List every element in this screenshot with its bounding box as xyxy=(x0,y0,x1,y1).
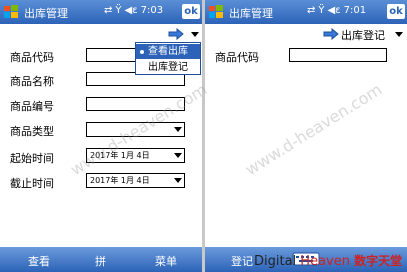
label-product-name: 商品名称 xyxy=(10,75,54,88)
title-bar: 出库管理 ⇄ Ÿ ◀ε 7:03 ok xyxy=(0,0,202,24)
clock-time[interactable]: 7:03 xyxy=(141,5,163,16)
label-start-time: 起始时间 xyxy=(10,152,54,165)
menu-register-outbound[interactable]: 出库登记 xyxy=(341,27,385,43)
dropdown-arrow-icon xyxy=(174,178,182,183)
end-date-value: 2017年 1月 4日 xyxy=(90,176,150,185)
input-method-key[interactable]: 拼 xyxy=(95,253,106,269)
menu-item-label: 出库登记 xyxy=(148,62,188,73)
connectivity-icon[interactable]: ⇄ xyxy=(307,5,315,16)
windows-start-icon[interactable] xyxy=(3,4,19,20)
volume-icon[interactable]: ◀ε xyxy=(328,5,341,16)
label-product-type: 商品类型 xyxy=(10,125,54,138)
arrow-right-icon[interactable] xyxy=(323,28,339,40)
label-product-number: 商品编号 xyxy=(10,100,54,113)
status-area: ⇄ Ÿ ◀ε 7:03 xyxy=(104,5,163,16)
ok-button[interactable]: ok xyxy=(182,4,200,19)
arrow-right-icon[interactable] xyxy=(168,28,184,40)
label-end-time: 截止时间 xyxy=(10,177,54,190)
connectivity-icon[interactable]: ⇄ xyxy=(104,5,112,16)
title-bar: 出库管理 ⇄ Ÿ ◀ε 7:01 ok xyxy=(205,0,407,24)
dropdown-arrow-icon xyxy=(174,153,182,158)
watermark-brand: Digital Heaven 数字天堂 xyxy=(254,252,402,269)
window-title: 出库管理 xyxy=(229,7,273,20)
brand-part-b: Heaven xyxy=(300,254,350,269)
product-code-input[interactable] xyxy=(86,48,136,62)
volume-icon[interactable]: ◀ε xyxy=(125,5,138,16)
signal-off-icon[interactable]: Ÿ xyxy=(318,5,324,16)
menu-item-register-outbound[interactable]: 出库登记 xyxy=(136,60,200,75)
ok-button[interactable]: ok xyxy=(387,4,405,19)
popup-menu: 查看出库 出库登记 xyxy=(135,42,201,75)
toolbar xyxy=(0,24,202,44)
label-product-code: 商品代码 xyxy=(215,51,259,64)
menu-item-view-outbound[interactable]: 查看出库 xyxy=(136,44,200,59)
menu-item-label: 查看出库 xyxy=(148,46,188,57)
menu-bar: 查看 拼 菜单 xyxy=(0,247,202,272)
brand-part-a: Digital xyxy=(254,254,301,269)
clock-time[interactable]: 7:01 xyxy=(344,5,366,16)
brand-chinese: 数字天堂 xyxy=(354,254,403,268)
signal-off-icon[interactable]: Ÿ xyxy=(115,5,121,16)
window-title: 出库管理 xyxy=(24,7,68,20)
left-screen: 出库管理 ⇄ Ÿ ◀ε 7:03 ok 商品代码 商品名称 商品编号 商品类型 … xyxy=(0,0,202,272)
softkey-left[interactable]: 登记 xyxy=(231,253,253,269)
softkey-left[interactable]: 查看 xyxy=(28,253,50,269)
product-code-input[interactable] xyxy=(289,48,387,62)
chevron-down-icon[interactable] xyxy=(191,32,199,37)
label-product-code: 商品代码 xyxy=(10,51,54,64)
softkey-right[interactable]: 菜单 xyxy=(155,253,177,269)
selected-bullet-icon xyxy=(140,50,144,54)
windows-start-icon[interactable] xyxy=(208,4,224,20)
end-date-picker[interactable]: 2017年 1月 4日 xyxy=(86,173,185,188)
chevron-down-icon[interactable] xyxy=(395,32,403,37)
dropdown-arrow-icon xyxy=(174,127,182,132)
status-area: ⇄ Ÿ ◀ε 7:01 xyxy=(307,5,366,16)
toolbar: 出库登记 xyxy=(205,24,407,44)
